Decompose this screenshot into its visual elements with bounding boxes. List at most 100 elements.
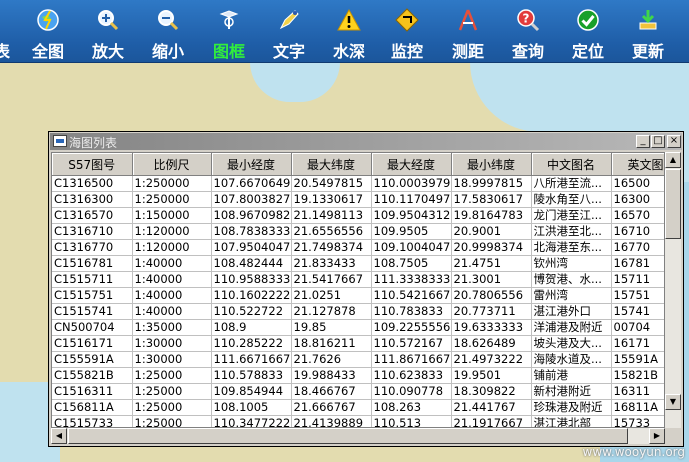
update-button[interactable]: 更新 <box>621 2 675 61</box>
maximize-button[interactable]: □ <box>651 135 665 148</box>
table-row[interactable]: C1316570 1:150000 108.9670982 21.1498113 109… <box>52 207 664 224</box>
table-row[interactable]: C1515741 1:40000 110.522722 21.127878 110.78… <box>52 303 664 320</box>
full-view-button[interactable]: 全图 <box>21 2 75 61</box>
s57-cell: C1515711 <box>52 271 133 288</box>
vertical-scroll-thumb[interactable] <box>665 169 681 239</box>
close-button[interactable]: × <box>667 135 681 148</box>
min-lon-cell: 110.3477222 <box>211 415 292 427</box>
column-header-max-lon[interactable]: 最大经度 <box>371 153 452 176</box>
toolbar-button-label: 更新 <box>631 42 664 61</box>
min-lon-cell: 110.578833 <box>211 367 292 384</box>
scale-cell: 1:120000 <box>132 223 212 240</box>
water-depth-button[interactable]: 水深 <box>322 2 376 61</box>
en-name-cell: 16770 <box>611 239 664 256</box>
max-lon-cell: 108.263 <box>371 399 452 416</box>
table-row[interactable]: C1516311 1:25000 109.854944 18.466767 110.09… <box>52 383 664 400</box>
min-lat-cell: 21.3001 <box>451 271 532 288</box>
cn-name-cell: 八所港至流... <box>531 175 612 192</box>
table-row[interactable]: C1515751 1:40000 110.1602222 21.0251 110.542… <box>52 287 664 304</box>
toolbar-partial-label[interactable]: 表 <box>0 38 10 62</box>
column-header-min-lat[interactable]: 最小纬度 <box>451 153 532 176</box>
max-lat-cell: 21.4139889 <box>291 415 372 427</box>
query-button[interactable]: ? 查询 <box>501 2 555 61</box>
scroll-left-button[interactable]: ◀ <box>51 428 67 444</box>
chart-frame-icon <box>219 10 239 29</box>
scroll-right-button[interactable]: ▶ <box>649 428 665 444</box>
table-row[interactable]: C1316710 1:120000 108.7838333 21.6556556 109… <box>52 223 664 240</box>
scale-cell: 1:25000 <box>132 383 212 400</box>
min-lat-cell: 18.9997815 <box>451 175 532 192</box>
cn-name-cell: 坡头港及大... <box>531 335 612 352</box>
table-row[interactable]: C155591A 1:30000 111.6671667 21.7626 111.867… <box>52 351 664 368</box>
max-lon-cell: 110.783833 <box>371 303 452 320</box>
min-lon-cell: 108.7838333 <box>211 223 292 240</box>
chart-list-table: S57图号 比例尺 最小经度 最大纬度 最大经度 最小纬度 中文图名 英文图名 … <box>51 152 665 428</box>
column-header-s57[interactable]: S57图号 <box>52 153 133 176</box>
cn-name-cell: 洋浦港及附近 <box>531 319 612 336</box>
table-row[interactable]: CN500704 1:35000 108.9 19.85 109.2255556 19.6… <box>52 319 664 336</box>
locate-button[interactable]: 定位 <box>561 2 615 61</box>
column-header-min-lon[interactable]: 最小经度 <box>211 153 292 176</box>
measure-distance-button[interactable]: 测距 <box>441 2 495 61</box>
scroll-up-button[interactable]: ▲ <box>665 152 681 168</box>
min-lat-cell: 20.9001 <box>451 223 532 240</box>
min-lon-cell: 107.6670649 <box>211 175 292 192</box>
minimize-button[interactable]: _ <box>636 135 650 148</box>
toolbar-button-label: 缩小 <box>151 42 184 61</box>
scale-cell: 1:250000 <box>132 191 212 208</box>
max-lon-cell: 111.8671667 <box>371 351 452 368</box>
cn-name-cell: 海陵水道及... <box>531 351 612 368</box>
column-header-en-name[interactable]: 英文图名 <box>611 153 664 176</box>
max-lon-cell: 110.1170497 <box>371 191 452 208</box>
chart-frame-button[interactable]: 图框 <box>202 2 256 61</box>
text-button[interactable]: 文字 <box>262 2 316 61</box>
max-lat-cell: 21.666767 <box>291 399 372 416</box>
scale-cell: 1:40000 <box>132 303 212 320</box>
table-row[interactable]: C1316500 1:250000 107.6670649 20.5497815 110… <box>52 175 664 192</box>
toolbar-button-label: 文字 <box>272 42 305 61</box>
cn-name-cell: 龙门港至江... <box>531 207 612 224</box>
cn-name-cell: 江洪港至北... <box>531 223 612 240</box>
column-header-cn-name[interactable]: 中文图名 <box>531 153 612 176</box>
scale-cell: 1:35000 <box>132 319 212 336</box>
cn-name-cell: 雷州湾 <box>531 287 612 304</box>
table-row[interactable]: C155821B 1:25000 110.578833 19.988433 110.62… <box>52 367 664 384</box>
horizontal-scrollbar[interactable]: ◀ ▶ <box>51 428 665 444</box>
min-lon-cell: 108.1005 <box>211 399 292 416</box>
column-header-scale[interactable]: 比例尺 <box>132 153 212 176</box>
min-lat-cell: 19.8164783 <box>451 207 532 224</box>
scroll-down-button[interactable]: ▼ <box>665 394 681 410</box>
monitor-button[interactable]: 监控 <box>380 2 434 61</box>
scale-cell: 1:30000 <box>132 335 212 352</box>
zoom-out-button[interactable]: 缩小 <box>141 2 195 61</box>
s57-cell: C1516781 <box>52 255 133 272</box>
table-row[interactable]: C1516781 1:40000 108.482444 21.833433 108.75… <box>52 255 664 272</box>
en-name-cell: 15741 <box>611 303 664 320</box>
vertical-scrollbar[interactable]: ▲ ▼ <box>665 152 681 428</box>
s57-cell: C1516311 <box>52 383 133 400</box>
max-lat-cell: 21.833433 <box>291 255 372 272</box>
table-header-row: S57图号 比例尺 最小经度 最大纬度 最大经度 最小纬度 中文图名 英文图名 <box>52 153 664 176</box>
horizontal-scroll-thumb[interactable] <box>68 428 628 444</box>
min-lon-cell: 109.854944 <box>211 383 292 400</box>
max-lon-cell: 110.572167 <box>371 335 452 352</box>
en-name-cell: 16500 <box>611 175 664 192</box>
column-header-max-lat[interactable]: 最大纬度 <box>291 153 372 176</box>
min-lat-cell: 18.626489 <box>451 335 532 352</box>
en-name-cell: 16311 <box>611 383 664 400</box>
cn-name-cell: 新村港附近 <box>531 383 612 400</box>
min-lon-cell: 110.522722 <box>211 303 292 320</box>
scale-cell: 1:250000 <box>132 175 212 192</box>
table-row[interactable]: C1516171 1:30000 110.285222 18.816211 110.57… <box>52 335 664 352</box>
table-row[interactable]: C1515711 1:40000 110.9588333 21.5417667 111.… <box>52 271 664 288</box>
table-row[interactable]: C156811A 1:25000 108.1005 21.666767 108.263 2… <box>52 399 664 416</box>
max-lon-cell: 110.513 <box>371 415 452 427</box>
table-row[interactable]: C1316300 1:250000 107.8003827 19.1330617 110… <box>52 191 664 208</box>
window-titlebar[interactable]: 海图列表 _ □ × <box>50 133 682 150</box>
s57-cell: C155591A <box>52 351 133 368</box>
zoom-in-button[interactable]: 放大 <box>81 2 135 61</box>
table-row[interactable]: C1515733 1:25000 110.3477222 21.4139889 110.… <box>52 415 664 427</box>
table-row[interactable]: C1316770 1:120000 107.9504047 21.7498374 109… <box>52 239 664 256</box>
s57-cell: C1515741 <box>52 303 133 320</box>
s57-cell: C1316500 <box>52 175 133 192</box>
